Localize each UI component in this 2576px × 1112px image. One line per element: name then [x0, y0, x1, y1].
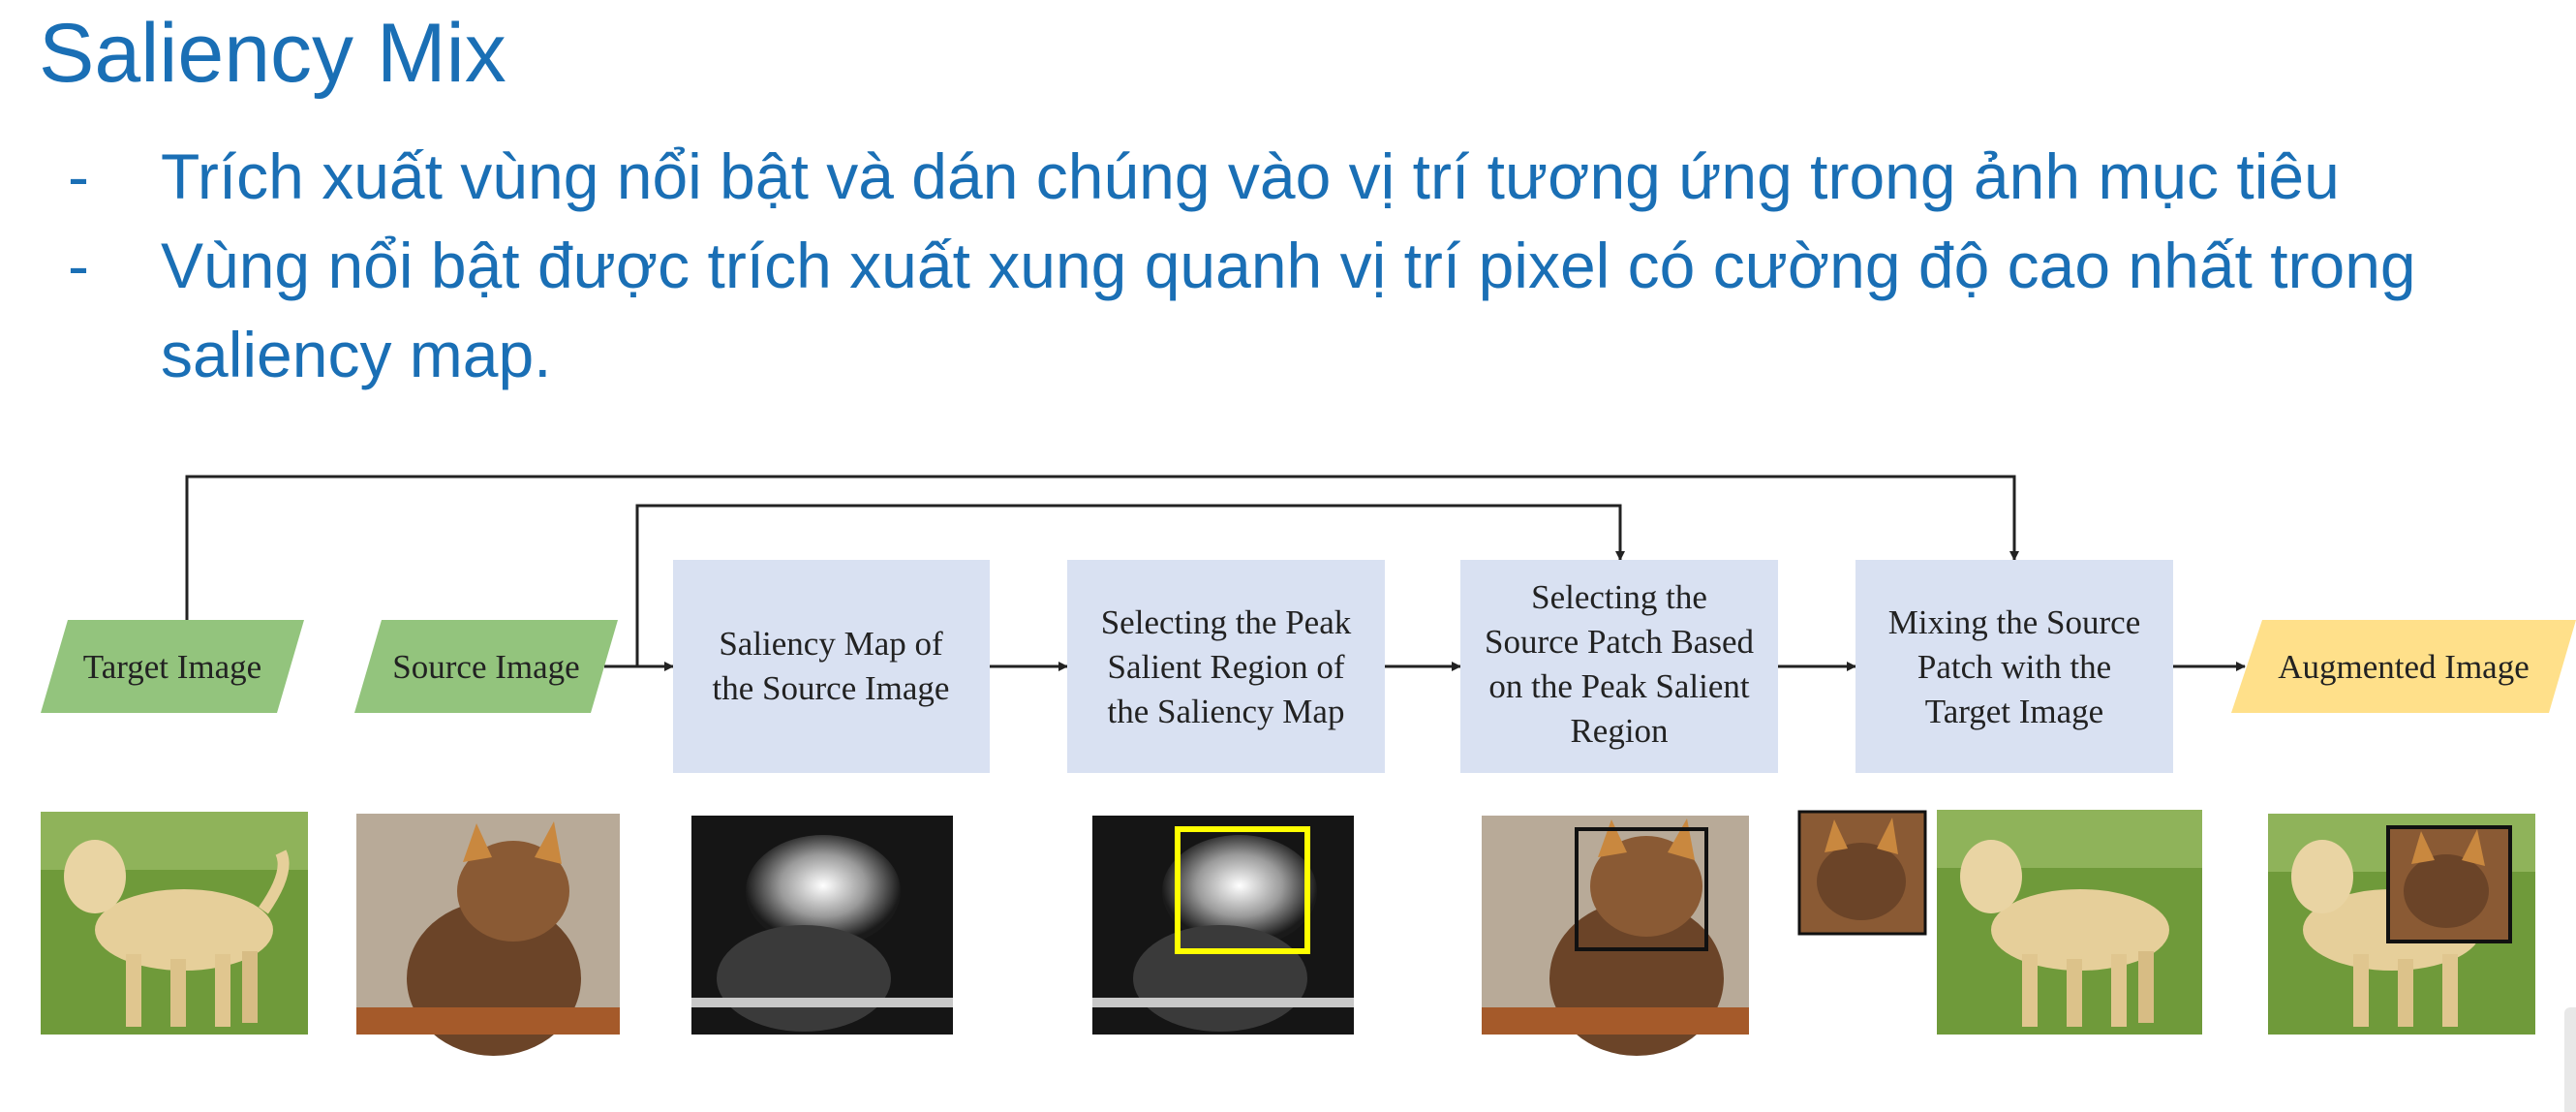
scrollbar[interactable]	[2564, 1007, 2576, 1112]
saliency-map-image-icon	[691, 816, 953, 1035]
step-line: Mixing the Source	[1888, 603, 2141, 641]
step-line: the Saliency Map	[1108, 693, 1345, 730]
dog-with-cat-patch-icon	[2268, 814, 2535, 1035]
slide-title: Saliency Mix	[39, 7, 506, 100]
step-line: Region	[1570, 712, 1668, 750]
bullet-text: Trích xuất vùng nổi bật và dán chúng vào…	[161, 140, 2340, 212]
dog-photo-icon	[41, 812, 308, 1035]
dog-photo-icon	[1937, 810, 2202, 1035]
bullet-text-continued: saliency map.	[161, 319, 552, 390]
cat-photo-icon	[356, 814, 620, 1056]
step-line: Salient Region of	[1108, 648, 1345, 686]
output-label: Augmented Image	[2278, 648, 2530, 686]
step-line: Source Patch Based	[1485, 623, 1754, 661]
saliency-mix-diagram: Target Image Source Image Saliency Map o…	[41, 475, 2576, 1056]
input-target-image: Target Image	[41, 620, 304, 713]
step-peak-region: Selecting the Peak Salient Region of the…	[1067, 560, 1385, 773]
step-line: the Source Image	[713, 669, 950, 707]
cat-photo-with-patch-box-icon	[1482, 816, 1749, 1056]
bullet-text: Vùng nổi bật được trích xuất xung quanh …	[161, 230, 2416, 301]
step-source-patch: Selecting the Source Patch Based on the …	[1460, 560, 1778, 773]
step-line: Selecting the Peak	[1101, 603, 1352, 641]
step-line: Saliency Map of	[719, 625, 943, 663]
bullet-marker: -	[68, 140, 89, 212]
step-mixing: Mixing the Source Patch with the Target …	[1855, 560, 2173, 773]
step-line: on the Peak Salient	[1488, 667, 1750, 705]
input-label: Target Image	[83, 648, 261, 686]
bullet-marker: -	[68, 230, 89, 301]
step-box	[673, 560, 990, 773]
output-augmented-image: Augmented Image	[2231, 620, 2576, 713]
input-source-image: Source Image	[354, 620, 618, 713]
input-label: Source Image	[392, 648, 579, 686]
saliency-map-with-peak-box-icon	[1092, 816, 1354, 1035]
step-line: Target Image	[1925, 693, 2103, 730]
step-saliency-map: Saliency Map of the Source Image	[673, 560, 990, 773]
step-line: Selecting the	[1531, 578, 1707, 616]
cat-patch-icon	[1797, 810, 1927, 936]
step-line: Patch with the	[1917, 648, 2111, 686]
